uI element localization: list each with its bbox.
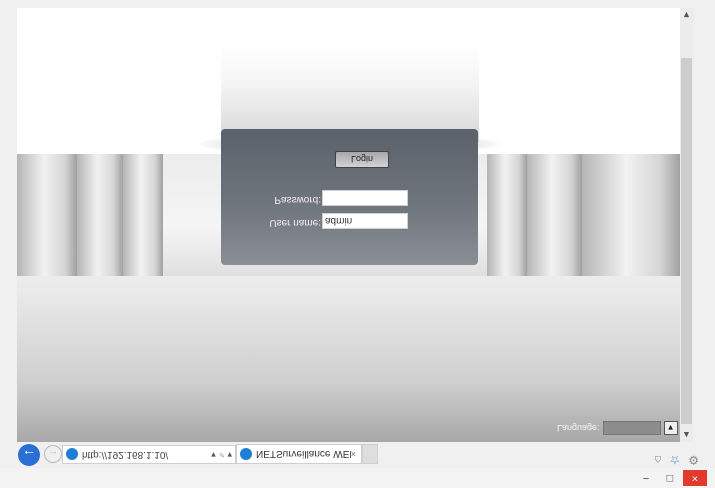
scroll-up-icon[interactable]: ▲ [680,428,693,442]
password-row: Password: [221,190,478,206]
password-field[interactable] [322,190,408,206]
vertical-scrollbar[interactable]: ▲ ▼ [680,8,693,442]
address-bar[interactable]: http://192.168.1.10/ ▾ ♂ ▾ [62,445,236,464]
tab-favicon-icon [240,448,252,460]
site-icon [66,448,78,461]
browser-window: − □ × ⌂ ☆ ⚙ ← → http://192.168.1.10/ ▾ ♂… [0,0,715,488]
search-refresh-icons[interactable]: ▾ ♂ ▾ [211,449,235,460]
scroll-down-icon[interactable]: ▼ [680,8,693,22]
close-window-button[interactable]: × [683,470,707,486]
address-url[interactable]: http://192.168.1.10/ [82,449,211,460]
page-viewport: User name: Password: Login Language: ▼ [17,8,680,442]
left-columns [17,154,163,276]
language-label: Language: [557,423,600,433]
panel-reflection [221,46,479,142]
username-label: User name: [269,217,321,228]
back-button[interactable]: ← [18,444,40,466]
password-label: Password: [274,194,321,205]
tab-netsurveillance[interactable]: NETSurveillance WEB × [236,444,362,464]
restore-button[interactable]: □ [659,470,681,486]
title-bar: − □ × [0,468,715,488]
minimize-button[interactable]: − [635,470,657,486]
window-controls: − □ × [635,470,707,486]
language-select[interactable] [602,421,661,435]
login-panel: User name: Password: Login [221,129,478,265]
chevron-down-icon[interactable]: ▼ [663,421,678,435]
login-button[interactable]: Login [335,151,389,168]
language-selector: Language: ▼ [557,421,678,435]
tab-title: NETSurveillance WEB [256,448,351,460]
navigation-bar: ← → http://192.168.1.10/ ▾ ♂ ▾ NETSurvei… [0,444,715,466]
new-tab-button[interactable] [362,444,378,464]
username-field[interactable] [322,213,408,229]
username-row: User name: [221,213,478,229]
forward-button[interactable]: → [44,445,62,463]
tab-close-icon[interactable]: × [351,449,361,459]
right-columns [487,154,680,276]
scroll-thumb[interactable] [681,58,692,424]
